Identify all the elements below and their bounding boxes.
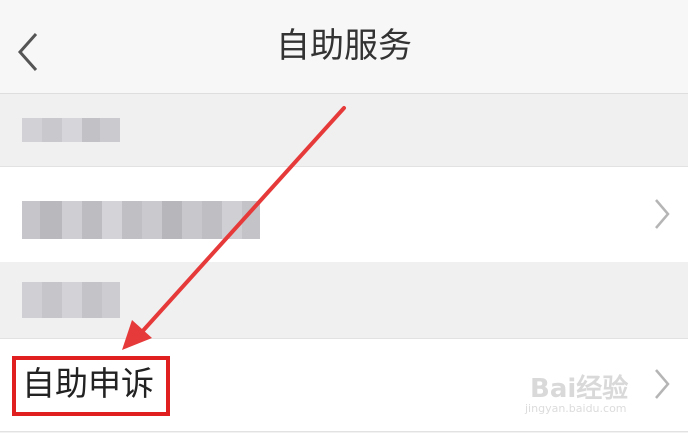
annotation-arrow	[122, 106, 346, 350]
